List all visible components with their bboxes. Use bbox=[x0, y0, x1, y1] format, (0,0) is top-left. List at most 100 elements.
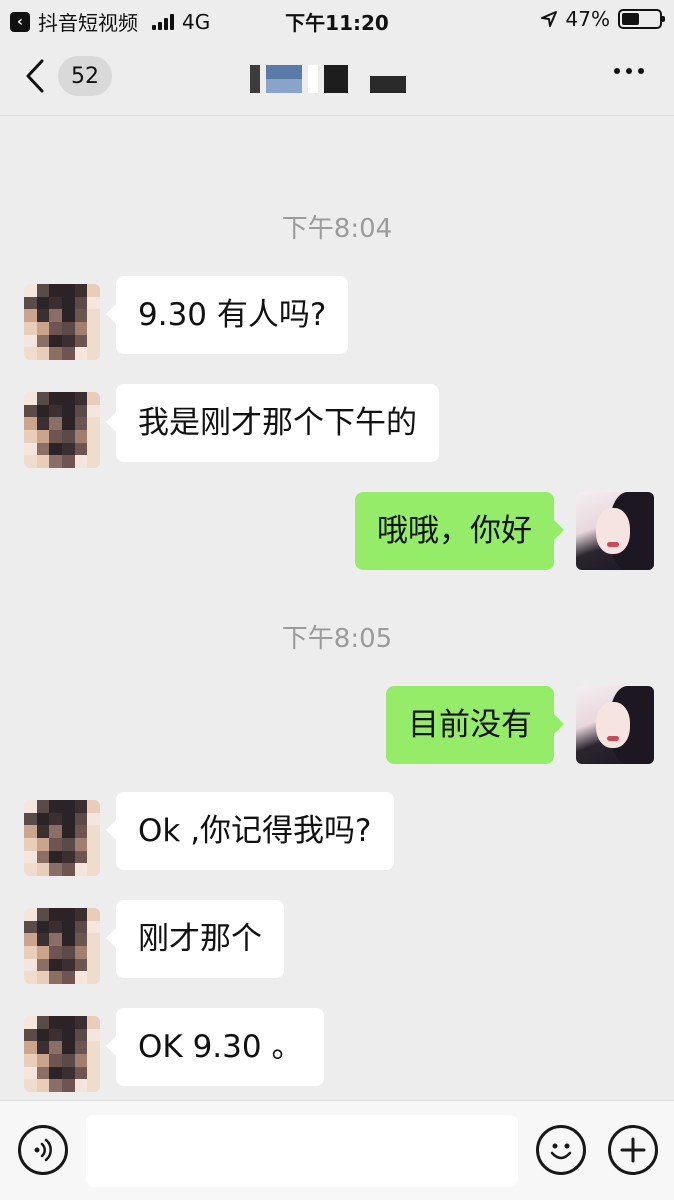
battery-fill bbox=[622, 13, 639, 25]
timestamp: 下午8:05 bbox=[281, 624, 393, 654]
avatar-mosaic-cell bbox=[36, 392, 50, 405]
avatar-mosaic-cell bbox=[62, 908, 75, 921]
location-arrow-icon bbox=[540, 11, 557, 27]
my-avatar[interactable] bbox=[576, 686, 654, 764]
incoming-message[interactable]: 我是刚才那个下午的 bbox=[106, 384, 439, 462]
avatar-mosaic-cell bbox=[62, 946, 75, 959]
avatar-mosaic-cell bbox=[49, 908, 62, 921]
more-dot bbox=[626, 68, 632, 74]
avatar-mosaic-cell bbox=[87, 309, 100, 322]
avatar-mosaic-cell bbox=[87, 284, 100, 297]
avatar-mosaic-cell bbox=[49, 1016, 62, 1029]
input-bar bbox=[0, 1100, 674, 1200]
avatar-mosaic-cell bbox=[74, 309, 88, 322]
avatar-mosaic-cell bbox=[36, 322, 50, 335]
avatar-mosaic-cell bbox=[24, 417, 37, 430]
avatar-mosaic-cell bbox=[36, 334, 50, 348]
avatar-mosaic-cell bbox=[36, 296, 50, 310]
contact-avatar[interactable] bbox=[24, 1016, 100, 1092]
avatar-mosaic-cell bbox=[36, 800, 50, 813]
avatar-mosaic-cell bbox=[24, 347, 37, 360]
avatar-mosaic-cell bbox=[24, 430, 37, 443]
avatar-mosaic-cell bbox=[62, 812, 75, 826]
avatar-mosaic-cell bbox=[87, 1028, 100, 1042]
message-input[interactable] bbox=[86, 1115, 518, 1187]
avatar-mosaic-cell bbox=[36, 958, 50, 972]
avatar-mosaic-cell bbox=[36, 812, 50, 826]
avatar-mosaic-cell bbox=[49, 309, 62, 322]
avatar-mosaic-cell bbox=[87, 1066, 100, 1080]
avatar-mosaic-cell bbox=[62, 334, 75, 348]
avatar-mosaic-cell bbox=[49, 971, 62, 984]
avatar-mosaic-cell bbox=[24, 455, 37, 468]
more-functions-button[interactable] bbox=[608, 1125, 658, 1175]
avatar-mosaic-cell bbox=[24, 1066, 37, 1080]
avatar-mosaic-cell bbox=[24, 1041, 37, 1054]
avatar-mosaic-cell bbox=[49, 958, 62, 972]
contact-avatar[interactable] bbox=[24, 908, 100, 984]
avatar-mosaic-cell bbox=[49, 404, 62, 418]
outgoing-message[interactable]: 哦哦，你好 bbox=[355, 492, 564, 570]
avatar-mosaic-cell bbox=[62, 455, 75, 468]
avatar-mosaic-cell bbox=[49, 850, 62, 864]
avatar-mosaic-cell bbox=[24, 850, 37, 864]
avatar-mosaic-cell bbox=[87, 946, 100, 959]
back-button[interactable] bbox=[24, 58, 54, 94]
contact-avatar[interactable] bbox=[24, 800, 100, 876]
chat-area[interactable]: 下午8:04 9.30 有人吗? 我是刚才那个下午的 哦哦，你好 下午8:05 … bbox=[0, 116, 674, 1100]
emoji-button[interactable] bbox=[536, 1125, 586, 1175]
status-bar: ‹ 抖音短视频 4G 下午11:20 47% bbox=[0, 0, 674, 38]
contact-avatar[interactable] bbox=[24, 284, 100, 360]
avatar-mosaic-cell bbox=[62, 1079, 75, 1092]
avatar-mosaic-cell bbox=[62, 442, 75, 456]
avatar-mosaic-cell bbox=[49, 442, 62, 456]
avatar-mosaic-cell bbox=[49, 347, 62, 360]
avatar-mosaic-cell bbox=[49, 334, 62, 348]
avatar-mosaic-cell bbox=[62, 1054, 75, 1067]
avatar-mosaic-cell bbox=[87, 825, 100, 838]
avatar-mosaic-cell bbox=[36, 442, 50, 456]
outgoing-message[interactable]: 目前没有 bbox=[386, 686, 564, 764]
avatar-mosaic-cell bbox=[87, 417, 100, 430]
avatar-mosaic-cell bbox=[74, 863, 88, 876]
avatar-mosaic-cell bbox=[24, 971, 37, 984]
contact-avatar[interactable] bbox=[24, 392, 100, 468]
avatar-mosaic-cell bbox=[49, 812, 62, 826]
avatar-mosaic-cell bbox=[87, 838, 100, 851]
my-avatar[interactable] bbox=[576, 492, 654, 570]
avatar-mosaic-cell bbox=[49, 920, 62, 934]
incoming-message[interactable]: 9.30 有人吗? bbox=[105, 276, 349, 354]
chat-header: 52 bbox=[0, 38, 674, 116]
avatar-mosaic-cell bbox=[62, 309, 75, 322]
avatar-mosaic-cell bbox=[36, 920, 50, 934]
avatar-mosaic-cell bbox=[49, 322, 62, 335]
avatar-mosaic-cell bbox=[74, 908, 88, 921]
avatar-mosaic-cell bbox=[62, 958, 75, 972]
voice-input-button[interactable] bbox=[18, 1125, 68, 1175]
avatar-mosaic-cell bbox=[74, 838, 88, 851]
avatar-mosaic-cell bbox=[74, 1054, 88, 1067]
avatar-mosaic-cell bbox=[24, 284, 37, 297]
avatar-mosaic-cell bbox=[24, 392, 37, 405]
avatar-mosaic-cell bbox=[36, 1054, 50, 1067]
avatar-mosaic-cell bbox=[62, 1028, 75, 1042]
avatar-mosaic-cell bbox=[74, 1016, 88, 1029]
incoming-message[interactable]: Ok ,你记得我吗? bbox=[106, 792, 394, 870]
avatar-mosaic-cell bbox=[49, 455, 62, 468]
more-options-button[interactable] bbox=[614, 68, 644, 74]
avatar-mosaic-cell bbox=[24, 908, 37, 921]
avatar-mosaic-cell bbox=[36, 971, 50, 984]
incoming-message[interactable]: 刚才那个 bbox=[106, 900, 284, 978]
avatar-mosaic-cell bbox=[74, 1028, 88, 1042]
avatar-mosaic-cell bbox=[62, 933, 75, 946]
avatar-mosaic-cell bbox=[36, 1016, 50, 1029]
avatar-mosaic-cell bbox=[74, 946, 88, 959]
avatar-mosaic-cell bbox=[62, 347, 75, 360]
avatar-mosaic-cell bbox=[62, 1041, 75, 1054]
incoming-message[interactable]: OK 9.30 。 bbox=[105, 1008, 325, 1086]
unread-count-badge[interactable]: 52 bbox=[58, 56, 112, 96]
avatar-mosaic-cell bbox=[87, 1016, 100, 1029]
avatar-mosaic-cell bbox=[24, 442, 37, 456]
avatar-mosaic-cell bbox=[74, 800, 88, 813]
avatar-mosaic-cell bbox=[87, 800, 100, 813]
